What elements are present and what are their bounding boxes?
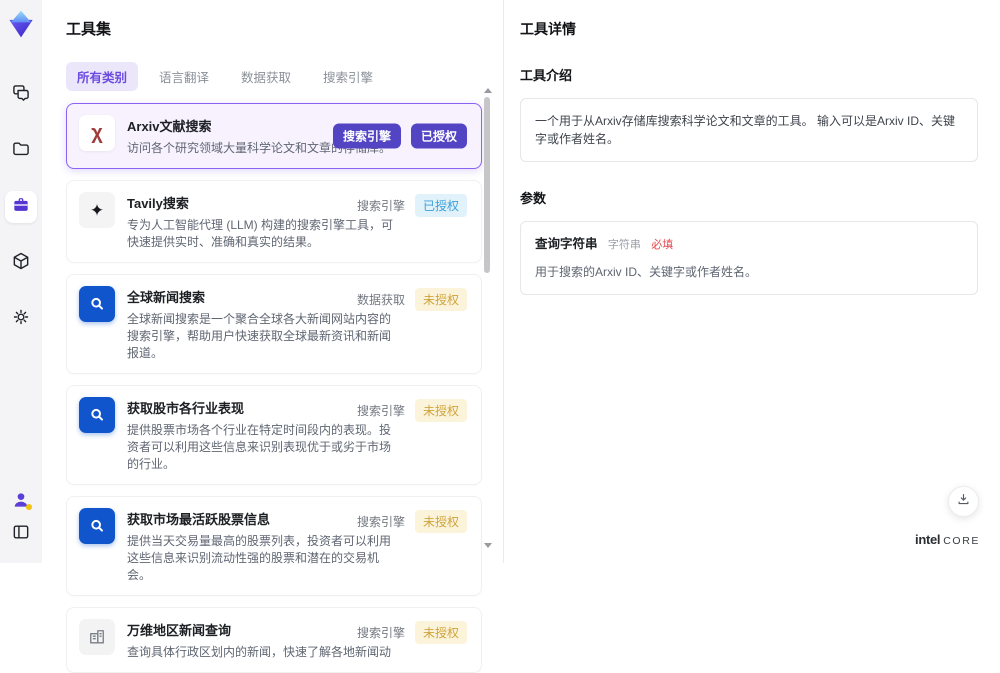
blue-search-icon [79, 286, 115, 322]
page-title: 工具集 [66, 18, 503, 39]
tool-description: 提供当天交易量最高的股票列表，投资者可以利用这些信息来识别流动性强的股票和潜在的… [127, 533, 399, 584]
param-required-badge: 必填 [651, 239, 673, 251]
download-button[interactable] [948, 486, 979, 517]
intro-box: 一个用于从Arxiv存储库搜索科学论文和文章的工具。 输入可以是Arxiv ID… [520, 98, 978, 162]
params-heading: 参数 [520, 188, 978, 207]
status-badge: 未授权 [415, 510, 467, 533]
tool-card-district-news[interactable]: 万维地区新闻查询 查询具体行政区划内的新闻，快速了解各地新闻动 搜索引擎 未授权 [66, 607, 482, 673]
category-label: 搜索引擎 [357, 513, 405, 530]
tool-description: 全球新闻搜索是一个聚合全球各大新闻网站内容的搜索引擎，帮助用户快速获取全球最新资… [127, 311, 399, 362]
detail-title: 工具详情 [520, 19, 978, 39]
category-badge: 搜索引擎 [333, 124, 401, 149]
briefcase-icon [11, 195, 31, 220]
gear-icon [11, 307, 31, 332]
tool-list: χ Arxiv文献搜索 访问各个研究领域大量科学论文和文章的存储库。 搜索引擎 … [66, 103, 482, 673]
brand-secondary: core [943, 535, 980, 547]
category-label: 搜索引擎 [357, 402, 405, 419]
tool-detail-pane: 工具详情 工具介绍 一个用于从Arxiv存储库搜索科学论文和文章的工具。 输入可… [503, 0, 1000, 563]
tool-card-tavily[interactable]: ✦ Tavily搜索 专为人工智能代理 (LLM) 构建的搜索引擎工具，可快速提… [66, 180, 482, 263]
tool-list-pane: 工具集 所有类别 语言翻译 数据获取 搜索引擎 χ Arxiv文献搜索 访问各个… [42, 0, 503, 563]
sidebar-item-files[interactable] [5, 135, 37, 167]
blue-search-icon [79, 397, 115, 433]
tool-card-arxiv[interactable]: χ Arxiv文献搜索 访问各个研究领域大量科学论文和文章的存储库。 搜索引擎 … [66, 103, 482, 169]
param-description: 用于搜索的Arxiv ID、关键字或作者姓名。 [535, 263, 963, 281]
app-rail [0, 0, 42, 563]
param-name: 查询字符串 [535, 237, 598, 251]
tool-description: 提供股票市场各个行业在特定时间段内的表现。投资者可以利用这些信息来识别表现优于或… [127, 422, 399, 473]
param-box: 查询字符串 字符串 必填 用于搜索的Arxiv ID、关键字或作者姓名。 [520, 221, 978, 295]
tab-language-translation[interactable]: 语言翻译 [148, 62, 220, 91]
cube-icon [11, 251, 31, 276]
tool-list-scrollbar[interactable] [483, 88, 492, 548]
category-tabs: 所有类别 语言翻译 数据获取 搜索引擎 [66, 62, 503, 91]
folder-icon [11, 139, 31, 164]
tool-description: 查询具体行政区划内的新闻，快速了解各地新闻动 [127, 644, 399, 661]
sidebar-item-tools[interactable] [5, 191, 37, 223]
category-label: 搜索引擎 [357, 624, 405, 641]
brand-primary: intel [915, 532, 940, 547]
param-type: 字符串 [608, 239, 641, 251]
status-badge: 未授权 [415, 621, 467, 644]
download-icon [956, 492, 971, 512]
status-badge: 已授权 [415, 194, 467, 217]
intel-core-logo: intel core [915, 532, 980, 547]
scroll-down-icon[interactable] [484, 543, 492, 548]
status-badge: 未授权 [415, 288, 467, 311]
tool-card-sector-performance[interactable]: 获取股市各行业表现 提供股票市场各个行业在特定时间段内的表现。投资者可以利用这些… [66, 385, 482, 485]
tab-all-categories[interactable]: 所有类别 [66, 62, 138, 91]
app-logo-icon[interactable] [6, 9, 36, 39]
tool-card-global-news[interactable]: 全球新闻搜索 全球新闻搜索是一个聚合全球各大新闻网站内容的搜索引擎，帮助用户快速… [66, 274, 482, 374]
tool-description: 专为人工智能代理 (LLM) 构建的搜索引擎工具，可快速提供实时、准确和真实的结… [127, 217, 399, 251]
chat-icon [11, 83, 31, 108]
intro-text: 一个用于从Arxiv存储库搜索科学论文和文章的工具。 输入可以是Arxiv ID… [535, 114, 955, 146]
blue-search-icon [79, 508, 115, 544]
sidebar-item-chat[interactable] [5, 79, 37, 111]
status-badge: 已授权 [411, 124, 467, 149]
status-badge: 未授权 [415, 399, 467, 422]
tool-card-most-active-stocks[interactable]: 获取市场最活跃股票信息 提供当天交易量最高的股票列表，投资者可以利用这些信息来识… [66, 496, 482, 596]
category-label: 数据获取 [357, 291, 405, 308]
user-avatar[interactable] [11, 490, 31, 510]
sidebar-item-packages[interactable] [5, 247, 37, 279]
district-news-icon [79, 619, 115, 655]
avatar-status-dot [26, 504, 32, 510]
scrollbar-thumb[interactable] [484, 97, 490, 273]
sparkle-icon: ✦ [79, 192, 115, 228]
scroll-up-icon[interactable] [484, 88, 492, 93]
tab-search-engine[interactable]: 搜索引擎 [312, 62, 384, 91]
tab-data-fetch[interactable]: 数据获取 [230, 62, 302, 91]
intro-heading: 工具介绍 [520, 65, 978, 84]
collapse-panel-icon[interactable] [11, 522, 31, 547]
sidebar-item-settings[interactable] [5, 303, 37, 335]
arxiv-logo-icon: χ [79, 115, 115, 151]
category-label: 搜索引擎 [357, 197, 405, 214]
